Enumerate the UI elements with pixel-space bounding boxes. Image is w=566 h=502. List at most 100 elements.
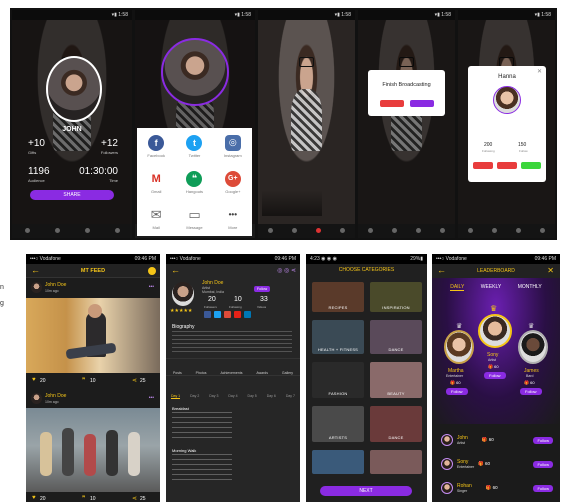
- tab-day-4[interactable]: Day 4: [228, 394, 237, 399]
- schedule-item-text: [172, 412, 232, 440]
- podium-follow-button[interactable]: Follow: [484, 372, 506, 379]
- tab-day-5[interactable]: Day 5: [248, 394, 257, 399]
- tab-day-6[interactable]: Day 6: [267, 394, 276, 399]
- share-more[interactable]: ••• More: [214, 200, 252, 236]
- list-item[interactable]: Sony Entertainer 🎁 60 Follow: [441, 456, 553, 472]
- heart-icon[interactable]: ♥: [32, 495, 36, 501]
- next-button[interactable]: NEXT: [320, 486, 412, 496]
- share-facebook[interactable]: f Facebook: [137, 128, 175, 164]
- share-gmail[interactable]: M Gmail: [137, 164, 175, 200]
- tab-day-3[interactable]: Day 3: [209, 394, 218, 399]
- share-icon[interactable]: ⋖: [132, 495, 137, 502]
- comments-count: 10: [90, 496, 96, 502]
- message-button[interactable]: [497, 162, 517, 169]
- podium-follow-button[interactable]: Follow: [520, 388, 542, 395]
- post-author[interactable]: John Doe: [45, 282, 66, 288]
- tab-monthly[interactable]: MONTHLY: [518, 284, 542, 291]
- category-tile[interactable]: INSPIRATION: [370, 282, 422, 312]
- more-options-icon[interactable]: •••: [149, 395, 154, 401]
- follow-badge[interactable]: Follow: [254, 286, 271, 292]
- twitter-icon[interactable]: [214, 311, 221, 318]
- row-follow-button[interactable]: Follow: [533, 436, 553, 444]
- post-avatar[interactable]: [31, 393, 42, 404]
- post-image[interactable]: [26, 408, 160, 492]
- gifts-label: Gifts: [28, 150, 37, 155]
- audience-value: 1196: [28, 166, 50, 177]
- category-tile[interactable]: [370, 450, 422, 474]
- report-button[interactable]: [473, 162, 493, 169]
- podium-avatar[interactable]: [518, 330, 548, 364]
- menu-achievements[interactable]: Achievements: [220, 371, 242, 375]
- menu-posts[interactable]: Posts: [173, 371, 182, 375]
- stat-follow-value: 150: [518, 142, 527, 148]
- share-instagram[interactable]: ◎ Instagram: [214, 128, 252, 164]
- share-twitter[interactable]: t Twitter: [175, 128, 213, 164]
- menu-photos[interactable]: Photos: [196, 371, 207, 375]
- category-tile[interactable]: ARTISTS: [312, 406, 364, 442]
- row-score: 🎁 60: [485, 485, 498, 490]
- linkedin-icon[interactable]: [244, 311, 251, 318]
- share-mail[interactable]: ✉ Mail: [137, 200, 175, 236]
- category-tile[interactable]: RECIPES: [312, 282, 364, 312]
- list-item[interactable]: John Artist 🎁 60 Follow: [441, 432, 553, 448]
- share-button[interactable]: SHARE: [30, 190, 114, 200]
- status-bar: •••○ Vodafone 09:46 PM: [166, 254, 300, 264]
- gifts-value: +10: [28, 138, 45, 149]
- post-author[interactable]: John Doe: [45, 393, 66, 399]
- podium-follow-button[interactable]: Follow: [446, 388, 468, 395]
- tab-daily[interactable]: DAILY: [450, 284, 465, 291]
- menu-awards[interactable]: Awards: [256, 371, 268, 375]
- post-time: 10m ago: [45, 400, 59, 404]
- youtube-icon[interactable]: [234, 311, 241, 318]
- side-text-fragment: n: [0, 284, 4, 291]
- category-tile[interactable]: BEAUTY: [370, 362, 422, 398]
- category-tile[interactable]: DANCE: [370, 320, 422, 354]
- category-tile[interactable]: DANCE: [370, 406, 422, 442]
- close-icon[interactable]: ✕: [547, 266, 554, 275]
- stat-value: 20: [208, 296, 216, 303]
- status-bar: •••○ Vodafone 09:46 PM: [26, 254, 160, 264]
- tab-day-7[interactable]: Day 7: [286, 394, 295, 399]
- category-tile[interactable]: [312, 450, 364, 474]
- crown-icon: ♛: [528, 323, 535, 330]
- share-google-plus[interactable]: G+ Google+: [214, 164, 252, 200]
- crown-icon: ♛: [490, 304, 498, 313]
- likes-count: 20: [40, 378, 46, 384]
- leaderboard-title: LEADERBOARD: [477, 268, 515, 274]
- list-item[interactable]: Rohan Singer 🎁 60 Follow: [441, 480, 553, 496]
- menu-gallery[interactable]: Gallery: [282, 371, 293, 375]
- more-options-icon[interactable]: •••: [149, 284, 154, 290]
- row-role: Entertainer: [457, 465, 475, 469]
- close-icon[interactable]: ✕: [537, 68, 542, 75]
- podium-avatar[interactable]: [444, 330, 474, 364]
- share-icon[interactable]: ⋖: [132, 377, 137, 384]
- follow-button[interactable]: [521, 162, 541, 169]
- comment-icon[interactable]: ❞: [82, 377, 85, 384]
- share-options-grid: f Facebook t Twitter ◎ Instagram M Gmail ❝ Ha…: [137, 128, 252, 236]
- google-plus-icon[interactable]: [224, 311, 231, 318]
- tab-day-2[interactable]: Day 2: [190, 394, 199, 399]
- podium-avatar[interactable]: [478, 314, 512, 348]
- share-message[interactable]: ▭ Message: [175, 200, 213, 236]
- category-tile[interactable]: HEALTH + FITNESS: [312, 320, 364, 354]
- category-tile[interactable]: FASHION: [312, 362, 364, 398]
- bottom-tab-bar: [358, 224, 455, 238]
- post-image[interactable]: [26, 298, 160, 373]
- bio-text: [172, 331, 292, 353]
- back-arrow-icon[interactable]: ←: [171, 265, 180, 275]
- profile-icon[interactable]: [148, 267, 156, 275]
- share-hangouts[interactable]: ❝ Hangouts: [175, 164, 213, 200]
- social-links[interactable]: [204, 311, 251, 318]
- podium-score: 🎁 60: [450, 380, 461, 385]
- header-icons[interactable]: ◎ ◎ ⋖: [277, 267, 296, 274]
- confirm-button[interactable]: [410, 100, 434, 107]
- tab-day-1[interactable]: Day 1: [170, 394, 181, 399]
- tab-weekly[interactable]: WEEKLY: [481, 284, 501, 291]
- row-follow-button[interactable]: Follow: [533, 460, 553, 468]
- cancel-button[interactable]: [380, 100, 404, 107]
- heart-icon[interactable]: ♥: [32, 377, 36, 383]
- comment-icon[interactable]: ❞: [82, 495, 85, 502]
- facebook-icon[interactable]: [204, 311, 211, 318]
- post-avatar[interactable]: [31, 282, 42, 293]
- row-follow-button[interactable]: Follow: [533, 484, 553, 492]
